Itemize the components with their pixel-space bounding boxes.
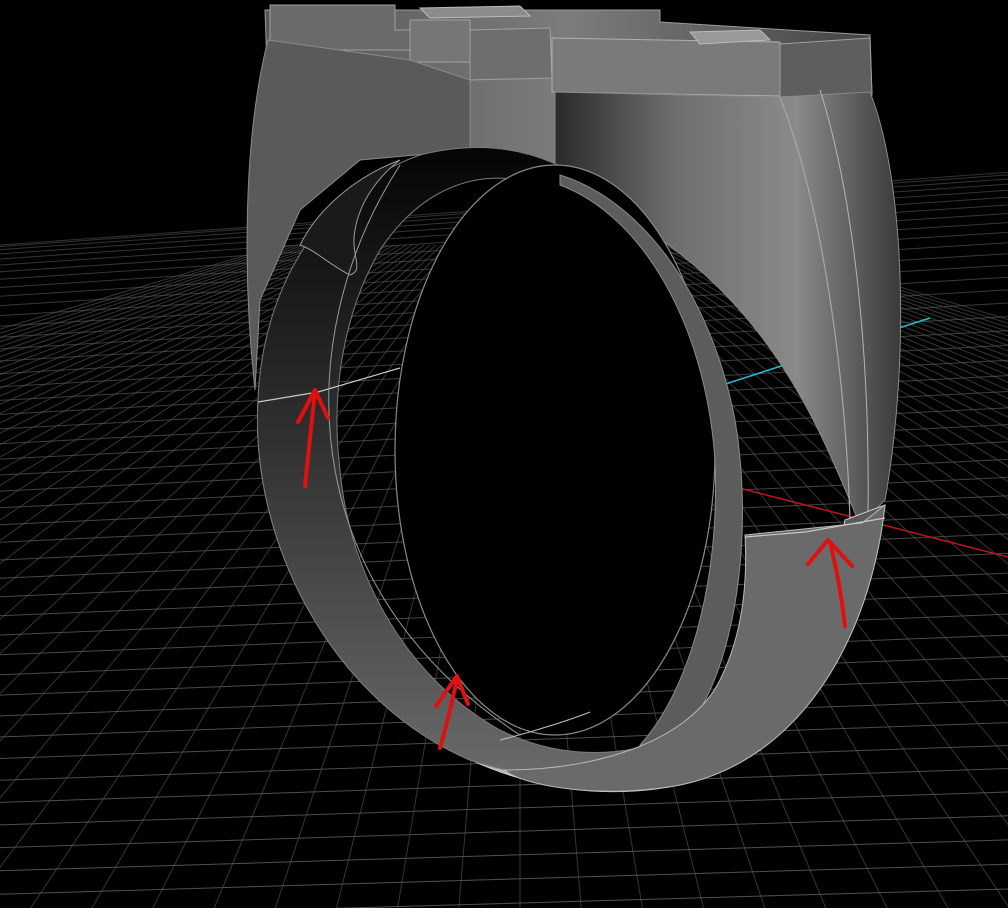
ring-inner-opening [394,164,716,736]
grid-line [329,888,1008,908]
3d-viewport[interactable] [0,0,1008,908]
ring-model[interactable] [246,4,902,793]
grid-line [0,244,449,695]
grid-line [0,863,1008,895]
viewport-canvas[interactable] [0,0,1008,908]
grid-line [0,839,1008,872]
grid-line [0,815,1008,849]
